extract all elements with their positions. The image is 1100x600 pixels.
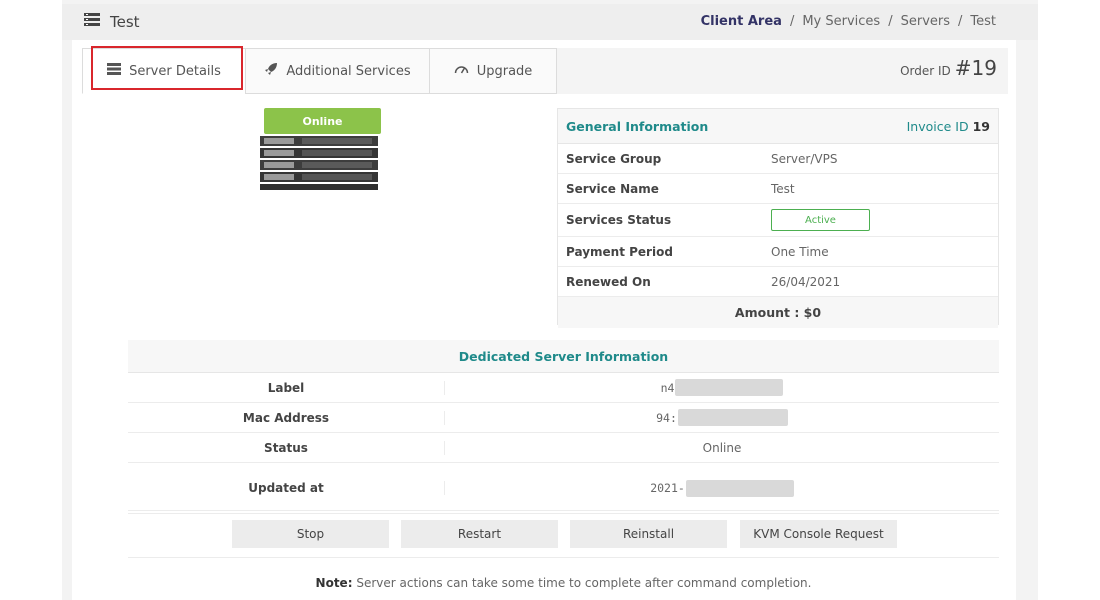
service-status-badge: Active	[771, 209, 870, 231]
breadcrumb-servers[interactable]: Servers	[901, 14, 950, 29]
row-value: Test	[771, 181, 795, 196]
row-key: Renewed On	[566, 274, 651, 289]
breadcrumb-separator: /	[789, 14, 795, 29]
row-key: Mac Address	[128, 410, 445, 425]
note-text: Note: Server actions can take some time …	[128, 576, 999, 590]
gauge-icon	[454, 63, 469, 79]
kvm-console-request-button[interactable]: KVM Console Request	[740, 520, 897, 548]
redacted-value	[677, 409, 788, 426]
general-information-title: General Information	[566, 118, 709, 134]
invoice-id-value: 19	[972, 118, 990, 134]
table-row: Renewed On 26/04/2021	[558, 267, 998, 297]
row-key: Status	[128, 440, 445, 455]
redacted-value	[675, 379, 784, 396]
row-value: One Time	[771, 244, 829, 259]
stop-button[interactable]: Stop	[232, 520, 389, 548]
row-key: Updated at	[128, 481, 445, 495]
page-title: Test	[84, 13, 140, 31]
table-row: Payment Period One Time	[558, 237, 998, 267]
table-row: Mac Address 94:	[128, 403, 999, 433]
restart-button[interactable]: Restart	[401, 520, 558, 548]
amount-total: Amount : $0	[558, 297, 998, 328]
table-row: Services Status Active	[558, 204, 998, 237]
row-value: n4	[660, 380, 675, 395]
row-value: 2021-	[650, 481, 685, 495]
order-id-value: #19	[954, 56, 997, 80]
server-status-badge: Online	[264, 108, 381, 134]
table-row: Updated at 2021-	[128, 463, 999, 514]
breadcrumb: Client Area / My Services / Servers / Te…	[701, 14, 996, 29]
table-row: Service Group Server/VPS	[558, 144, 998, 174]
general-information-header: General Information Invoice ID 19	[558, 109, 998, 144]
note-label: Note:	[315, 576, 353, 590]
dedicated-server-title: Dedicated Server Information	[128, 340, 999, 373]
order-id-label: Order ID	[900, 64, 951, 78]
order-id: Order ID #19	[900, 56, 997, 80]
breadcrumb-separator: /	[888, 14, 893, 29]
rocket-icon	[264, 62, 278, 80]
page-title-text: Test	[110, 13, 140, 31]
breadcrumb-my-services[interactable]: My Services	[802, 14, 880, 29]
breadcrumb-current: Test	[970, 14, 996, 29]
tab-additional-services[interactable]: Additional Services	[245, 48, 430, 94]
reinstall-button[interactable]: Reinstall	[570, 520, 727, 548]
row-value: Online	[702, 440, 742, 455]
table-row: Status Online	[128, 433, 999, 463]
general-information-table: General Information Invoice ID 19 Servic…	[557, 108, 999, 328]
table-row: Service Name Test	[558, 174, 998, 204]
row-value: 94:	[656, 410, 677, 425]
invoice-id[interactable]: Invoice ID 19	[907, 119, 990, 134]
invoice-id-label: Invoice ID	[906, 118, 969, 134]
row-value: Server/VPS	[771, 151, 838, 166]
note-body: Server actions can take some time to com…	[356, 576, 812, 590]
tab-upgrade[interactable]: Upgrade	[429, 48, 557, 94]
row-key: Label	[128, 380, 445, 395]
row-value-cell: 94:	[445, 409, 999, 426]
tab-highlight-box	[91, 46, 243, 90]
row-key: Service Group	[566, 151, 662, 166]
tab-label: Additional Services	[286, 63, 411, 79]
row-key: Service Name	[566, 181, 659, 196]
server-stack-icon	[84, 13, 100, 31]
row-value-cell: 2021-	[445, 479, 999, 497]
tab-label: Upgrade	[476, 63, 533, 79]
row-value-cell: n4	[445, 379, 999, 396]
row-value: 26/04/2021	[771, 274, 841, 289]
breadcrumb-separator: /	[958, 14, 963, 29]
breadcrumb-client-area[interactable]: Client Area	[701, 14, 782, 29]
server-image	[258, 130, 380, 192]
table-row: Label n4	[128, 373, 999, 403]
redacted-value	[685, 479, 794, 497]
server-actions-bar: Stop Restart Reinstall KVM Console Reque…	[128, 510, 999, 558]
row-key: Payment Period	[566, 244, 673, 259]
row-key: Services Status	[566, 213, 672, 227]
